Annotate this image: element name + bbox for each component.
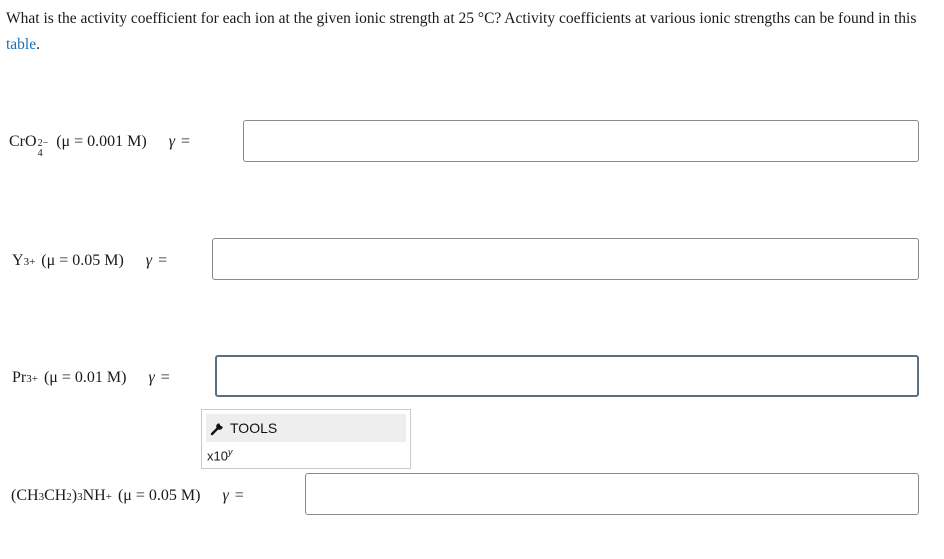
pr3-label: Pr 3+ (μ = 0.01 M) γ =	[12, 369, 170, 386]
answer-input-cro4[interactable]	[243, 120, 919, 162]
table-link[interactable]: table	[6, 36, 36, 53]
x10-power-button[interactable]: x10y	[207, 447, 232, 463]
triethylammonium-label: (CH 3 CH 2) 3 NH + (μ = 0.05 M) γ =	[11, 487, 244, 504]
wrench-icon	[210, 423, 223, 436]
question-text: What is the activity coefficient for eac…	[6, 10, 917, 53]
cro4-label: CrO 2− 4 (μ = 0.001 M) γ =	[9, 133, 191, 159]
tools-button[interactable]: TOOLS	[206, 414, 406, 442]
y3-label: Y 3+ (μ = 0.05 M) γ =	[12, 252, 168, 269]
answer-input-triethylammonium[interactable]	[305, 473, 919, 515]
answer-input-y3[interactable]	[212, 238, 919, 280]
tools-panel: TOOLS x10y	[201, 409, 411, 469]
answer-input-pr3[interactable]	[215, 355, 919, 397]
